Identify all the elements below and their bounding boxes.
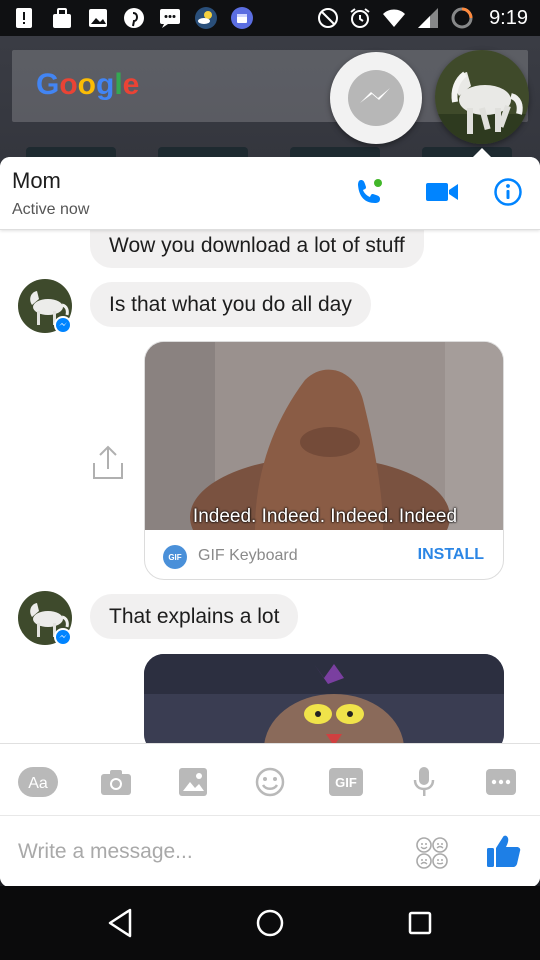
message-composer <box>0 815 540 887</box>
chat-panel: Mom Active now Wow you download a lot of… <box>0 157 540 887</box>
gif-button[interactable]: GIF <box>326 762 366 802</box>
alarm-icon <box>350 8 370 28</box>
messenger-chathead[interactable] <box>330 52 422 144</box>
message-bubble[interactable]: Wow you download a lot of stuff <box>90 230 424 268</box>
gallery-button[interactable] <box>173 762 213 802</box>
call-button[interactable] <box>352 174 388 210</box>
message-bubble[interactable]: That explains a lot <box>90 594 299 639</box>
battery-icon <box>451 7 473 29</box>
stickers-icon <box>416 837 448 869</box>
messenger-badge-icon <box>54 628 72 646</box>
calendar-icon <box>231 7 253 29</box>
video-call-button[interactable] <box>424 174 460 210</box>
message-bubble[interactable]: Is that what you do all day <box>90 282 371 327</box>
recents-icon[interactable] <box>402 905 438 941</box>
svg-text:GIF: GIF <box>335 775 357 790</box>
home-icon[interactable] <box>252 905 288 941</box>
gif-image[interactable]: Indeed. Indeed. Indeed. Indeed <box>145 342 503 530</box>
contact-status: Active now <box>12 201 90 218</box>
messenger-icon <box>348 70 404 126</box>
gif-message-card[interactable]: Indeed. Indeed. Indeed. Indeed GIF GIF K… <box>144 341 504 580</box>
gif-image[interactable] <box>144 654 504 743</box>
more-button[interactable] <box>481 762 521 802</box>
system-navigation-bar <box>0 886 540 960</box>
gallery-icon <box>179 768 207 796</box>
message-icon <box>160 9 180 28</box>
microphone-icon <box>413 767 435 796</box>
status-bar: 9:19 <box>0 0 540 36</box>
share-icon <box>93 445 123 479</box>
google-logo: Google <box>36 68 140 101</box>
like-button[interactable] <box>484 831 524 871</box>
contact-chathead-avatar[interactable] <box>435 50 529 144</box>
install-link[interactable]: INSTALL <box>418 546 484 564</box>
contact-name[interactable]: Mom <box>12 168 61 194</box>
stickers-button[interactable] <box>414 835 450 871</box>
message-list[interactable]: Wow you download a lot of stuff Is that … <box>0 230 540 743</box>
emoji-icon <box>255 767 285 797</box>
back-icon[interactable] <box>102 905 138 941</box>
horse-avatar-image <box>435 50 529 144</box>
messenger-badge-icon <box>54 316 72 334</box>
weather-icon <box>195 7 217 29</box>
camera-button[interactable] <box>96 762 136 802</box>
gif-icon: GIF <box>329 768 363 796</box>
bag-icon <box>53 8 71 28</box>
text-icon: Aa <box>18 767 58 797</box>
svg-text:Aa: Aa <box>28 775 48 792</box>
more-icon <box>486 769 516 795</box>
image-icon <box>89 9 107 27</box>
clock: 9:19 <box>489 7 528 29</box>
gif-source-label: GIF Keyboard <box>198 547 298 564</box>
composer-toolbar: Aa GIF <box>0 743 540 815</box>
gif-keyboard-icon: GIF <box>163 545 187 569</box>
thumbs-up-icon <box>487 835 521 867</box>
info-icon <box>494 178 522 206</box>
camera-icon <box>101 770 131 795</box>
phone-icon <box>358 179 382 203</box>
share-button[interactable] <box>90 443 126 481</box>
emoji-button[interactable] <box>250 762 290 802</box>
wifi-icon <box>383 9 405 27</box>
gif-caption: Indeed. Indeed. Indeed. Indeed <box>192 506 458 527</box>
pinterest-icon <box>124 8 144 28</box>
text-options-button[interactable]: Aa <box>18 762 58 802</box>
alert-icon <box>16 8 32 28</box>
signal-icon <box>418 8 438 28</box>
microphone-button[interactable] <box>404 762 444 802</box>
do-not-disturb-icon <box>318 8 338 28</box>
info-button[interactable] <box>490 174 526 210</box>
chat-header: Mom Active now <box>0 157 540 230</box>
video-camera-icon <box>426 183 458 201</box>
message-input[interactable] <box>18 832 378 872</box>
